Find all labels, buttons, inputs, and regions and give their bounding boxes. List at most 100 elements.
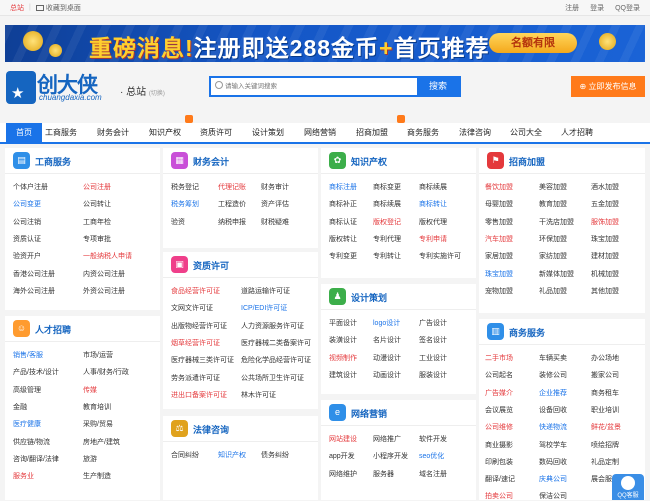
category-link[interactable]: 车辆买卖 — [539, 353, 567, 363]
category-link[interactable]: 内资公司注册 — [83, 269, 125, 279]
category-link[interactable]: 干洗店加盟 — [539, 217, 574, 227]
category-link[interactable]: 软件开发 — [419, 434, 447, 444]
category-link[interactable]: 广告设计 — [419, 318, 447, 328]
category-link[interactable]: 商标变更 — [373, 182, 401, 192]
nav-tab[interactable]: 招商加盟 — [356, 123, 388, 142]
category-link[interactable]: 新媒体加盟 — [539, 269, 574, 279]
panel-title[interactable]: 设计策划 — [351, 291, 387, 304]
category-link[interactable]: 代理记账 — [218, 182, 246, 192]
category-link[interactable]: 印刷包装 — [485, 457, 513, 467]
nav-tab[interactable]: 工商服务 — [45, 123, 77, 142]
category-link[interactable]: 传媒 — [83, 385, 97, 395]
category-link[interactable]: 网站建设 — [329, 434, 357, 444]
category-link[interactable]: 办公场地 — [591, 353, 619, 363]
category-link[interactable]: 税务筹划 — [171, 199, 199, 209]
nav-tab[interactable]: 设计策划 — [252, 123, 284, 142]
category-link[interactable]: 五金加盟 — [591, 199, 619, 209]
category-link[interactable]: 职业培训 — [591, 405, 619, 415]
category-link[interactable]: 广告媒介 — [485, 388, 513, 398]
panel-title[interactable]: 商务服务 — [509, 326, 545, 339]
category-link[interactable]: 珠宝加盟 — [485, 269, 513, 279]
category-link[interactable]: 公司注销 — [13, 217, 41, 227]
category-link[interactable]: 验资开户 — [13, 251, 41, 261]
panel-title[interactable]: 知识产权 — [351, 155, 387, 168]
category-link[interactable]: 咨询/翻译/法律 — [13, 454, 59, 464]
category-link[interactable]: 网络维护 — [329, 469, 357, 479]
nav-tab[interactable]: 网络营销 — [304, 123, 336, 142]
category-link[interactable]: 设备回收 — [539, 405, 567, 415]
category-link[interactable]: 食品经营许可证 — [171, 286, 220, 296]
nav-tab[interactable]: 公司大全 — [510, 123, 542, 142]
category-link[interactable]: 债务纠纷 — [261, 450, 289, 460]
category-link[interactable]: 房地产/建筑 — [83, 437, 120, 447]
category-link[interactable]: 验资 — [171, 217, 185, 227]
search-input[interactable] — [225, 78, 415, 95]
site-switcher[interactable]: · 总站 (切换) — [120, 83, 165, 98]
category-link[interactable]: 商标转让 — [419, 199, 447, 209]
category-link[interactable]: 专利申请 — [419, 234, 447, 244]
category-link[interactable]: 域名注册 — [419, 469, 447, 479]
category-link[interactable]: 动漫设计 — [373, 353, 401, 363]
category-link[interactable]: 公司起名 — [485, 370, 513, 380]
category-link[interactable]: 公司变更 — [13, 199, 41, 209]
category-link[interactable]: 家纺加盟 — [539, 251, 567, 261]
category-link[interactable]: 资质认证 — [13, 234, 41, 244]
category-link[interactable]: 销售/客服 — [13, 350, 43, 360]
category-link[interactable]: 二手市场 — [485, 353, 513, 363]
category-link[interactable]: 名片设计 — [373, 335, 401, 345]
category-link[interactable]: 机械加盟 — [591, 269, 619, 279]
category-link[interactable]: 公共场所卫生许可证 — [241, 373, 304, 383]
category-link[interactable]: 母婴加盟 — [485, 199, 513, 209]
category-link[interactable]: 专利实施许可 — [419, 251, 461, 261]
category-link[interactable]: 专项审批 — [83, 234, 111, 244]
city-name[interactable]: 总站 — [10, 3, 24, 13]
category-link[interactable]: 医疗健康 — [13, 419, 41, 429]
category-link[interactable]: 人事/财务/行政 — [83, 367, 129, 377]
category-link[interactable]: 网络推广 — [373, 434, 401, 444]
category-link[interactable]: 专利变更 — [329, 251, 357, 261]
category-link[interactable]: 翻译/速记 — [485, 474, 515, 484]
panel-title[interactable]: 财务会计 — [193, 155, 229, 168]
category-link[interactable]: 建材加盟 — [591, 251, 619, 261]
category-link[interactable]: 小程序开发 — [373, 451, 408, 461]
site-logo[interactable]: ★ 创大侠 chuangdaxia.com — [6, 71, 106, 105]
category-link[interactable]: 快递物流 — [539, 422, 567, 432]
category-link[interactable]: 高级管理 — [13, 385, 41, 395]
category-link[interactable]: 纳税申报 — [218, 217, 246, 227]
category-link[interactable]: 平面设计 — [329, 318, 357, 328]
category-link[interactable]: 礼品加盟 — [539, 286, 567, 296]
category-link[interactable]: 商务租车 — [591, 388, 619, 398]
register-link[interactable]: 注册 — [565, 3, 579, 13]
category-link[interactable]: 劳务派遣许可证 — [171, 373, 220, 383]
category-link[interactable]: 危险化学品经营许可证 — [241, 355, 311, 365]
search-button[interactable]: 搜索 — [417, 78, 459, 95]
category-link[interactable]: 宠物加盟 — [485, 286, 513, 296]
category-link[interactable]: 金融 — [13, 402, 27, 412]
nav-tab[interactable]: 知识产权 — [149, 123, 181, 142]
category-link[interactable]: 资产评估 — [261, 199, 289, 209]
panel-title[interactable]: 人才招聘 — [35, 323, 71, 336]
category-link[interactable]: 一般纳税人申请 — [83, 251, 132, 261]
banner-pill[interactable]: 名额有限 — [489, 33, 577, 53]
category-link[interactable]: 汽车加盟 — [485, 234, 513, 244]
category-link[interactable]: 装修公司 — [539, 370, 567, 380]
category-link[interactable]: 美容加盟 — [539, 182, 567, 192]
category-link[interactable]: 公司转让 — [83, 199, 111, 209]
category-link[interactable]: 工程造价 — [218, 199, 246, 209]
nav-tab[interactable]: 财务会计 — [97, 123, 129, 142]
category-link[interactable]: 零售加盟 — [485, 217, 513, 227]
nav-tab[interactable]: 人才招聘 — [561, 123, 593, 142]
category-link[interactable]: 喷绘招牌 — [591, 440, 619, 450]
category-link[interactable]: 专利代理 — [373, 234, 401, 244]
category-link[interactable]: 商标续展 — [373, 199, 401, 209]
category-link[interactable]: 环保加盟 — [539, 234, 567, 244]
category-link[interactable]: 教育加盟 — [539, 199, 567, 209]
category-link[interactable]: 文网文许可证 — [171, 303, 213, 313]
category-link[interactable]: 采购/贸易 — [83, 419, 113, 429]
category-link[interactable]: 鲜花/盆景 — [591, 422, 621, 432]
category-link[interactable]: 服务业 — [13, 471, 34, 481]
category-link[interactable]: 礼品定制 — [591, 457, 619, 467]
category-link[interactable]: 道路运输许可证 — [241, 286, 290, 296]
category-link[interactable]: 生产制造 — [83, 471, 111, 481]
site-switch[interactable]: (切换) — [149, 91, 165, 97]
